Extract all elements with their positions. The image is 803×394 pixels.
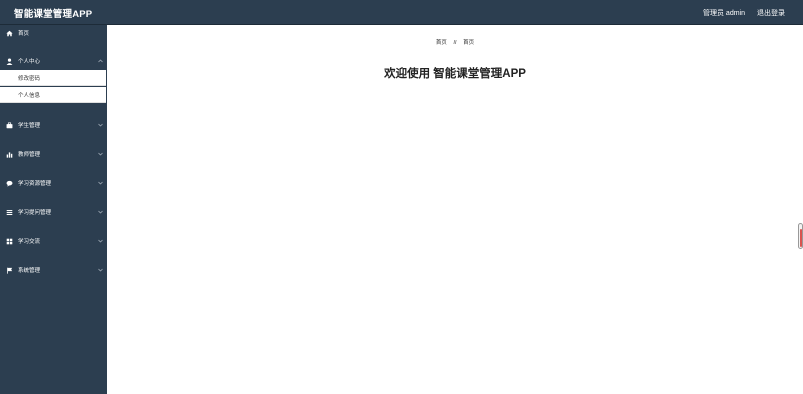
sidebar-item-resource-management[interactable]: 学习资源管理 [0, 176, 107, 190]
sidebar-subitem-label: 个人信息 [18, 92, 41, 99]
flag-icon [0, 267, 18, 274]
app-title: 智能课堂管理APP [14, 9, 93, 20]
sidebar-item-teacher-management[interactable]: 教师管理 [0, 147, 107, 161]
sidebar-subitem-label: 修改密码 [18, 75, 41, 82]
briefcase-icon [0, 121, 18, 129]
home-icon [0, 30, 18, 37]
sidebar-item-label: 个人中心 [18, 59, 41, 65]
scroll-handle-indicator [800, 229, 802, 247]
sidebar-item-personal-center[interactable]: 个人中心 [0, 54, 107, 68]
sidebar: 首页 个人中心 修改密码 个人信息 学生管理 教师管理 学习资源管理 学习提问管… [0, 25, 107, 394]
logout-link[interactable]: 退出登录 [757, 8, 785, 18]
chevron-down-icon [93, 239, 107, 243]
list-icon [0, 209, 18, 216]
sidebar-item-label: 教师管理 [18, 152, 41, 158]
user-label: 管理员 admin [702, 10, 745, 17]
sidebar-item-system-management[interactable]: 系统管理 [0, 263, 107, 277]
sidebar-item-label: 系统管理 [18, 268, 41, 274]
breadcrumb: 首页 // 首页 [107, 38, 803, 46]
breadcrumb-current: 首页 [463, 40, 475, 46]
bar-chart-icon [0, 151, 18, 158]
sidebar-item-label: 学习资源管理 [18, 181, 52, 187]
sidebar-item-label: 学习交流 [18, 239, 41, 245]
breadcrumb-separator: // [453, 40, 457, 46]
top-right-actions: 管理员 admin 退出登录 [703, 8, 785, 18]
chevron-down-icon [93, 268, 107, 272]
sidebar-item-label: 学生管理 [18, 123, 41, 129]
chevron-down-icon [93, 123, 107, 127]
sidebar-subitem-change-password[interactable]: 修改密码 [0, 70, 106, 86]
user-icon [0, 57, 18, 65]
top-bar: 智能课堂管理APP 管理员 admin 退出登录 [0, 0, 803, 25]
chevron-down-icon [93, 210, 107, 214]
scroll-handle[interactable] [798, 223, 803, 249]
sidebar-item-label: 学习提问管理 [18, 210, 52, 216]
welcome-heading: 欢迎使用 智能课堂管理APP [384, 68, 526, 80]
grid-icon [0, 238, 18, 245]
main-content: 首页 // 首页 欢迎使用 智能课堂管理APP [107, 25, 803, 394]
sidebar-item-question-management[interactable]: 学习提问管理 [0, 205, 107, 219]
chevron-down-icon [93, 152, 107, 156]
chevron-up-icon [93, 59, 107, 63]
chat-bubble-icon [0, 180, 18, 187]
sidebar-item-learning-exchange[interactable]: 学习交流 [0, 234, 107, 248]
sidebar-subitem-personal-info[interactable]: 个人信息 [0, 87, 106, 103]
sidebar-item-label: 首页 [18, 31, 30, 37]
chevron-down-icon [93, 181, 107, 185]
sidebar-item-student-management[interactable]: 学生管理 [0, 118, 107, 132]
breadcrumb-home-link[interactable]: 首页 [436, 40, 447, 46]
sidebar-item-home[interactable]: 首页 [0, 26, 107, 40]
